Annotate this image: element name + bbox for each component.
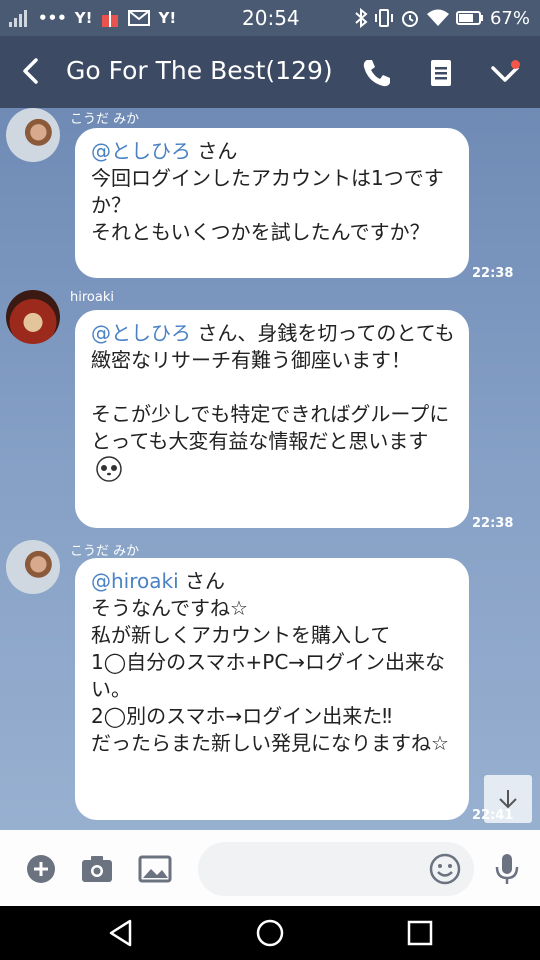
mention-link[interactable]: @hiroaki (91, 569, 179, 593)
chat-area[interactable]: こうだ みか @としひろ さん 今回ログインしたアカウントは1つですか？ それと… (0, 108, 540, 830)
image-icon[interactable] (138, 852, 172, 886)
menu-toggle[interactable] (484, 50, 530, 96)
status-left-icons: ••• Y! Y! (0, 0, 176, 36)
message-bubble[interactable]: @としひろ さん、身銭を切ってのとても緻密なリサーチ有難う御座います！ そこが少… (75, 310, 469, 528)
status-bar: ••• Y! Y! 20:54 67% (0, 0, 540, 36)
camera-icon[interactable] (80, 852, 114, 886)
sender-name: こうだ みか (70, 544, 140, 559)
message-time: 22:38 (472, 266, 514, 281)
wifi-icon (426, 9, 449, 26)
status-time: 20:54 (242, 6, 300, 30)
notification-dot (511, 60, 520, 69)
avatar[interactable] (6, 540, 60, 594)
back-icon[interactable] (16, 56, 46, 86)
message-bubble[interactable]: @としひろ さん 今回ログインしたアカウントは1つですか？ それともいくつかを試… (75, 128, 469, 278)
mention-link[interactable]: @としひろ (91, 139, 191, 163)
mail-icon (128, 10, 151, 26)
message-bubble[interactable]: @hiroaki さん そうなんですね☆ 私が新しくアカウントを購入して 1◯自… (75, 558, 469, 820)
gift-icon (102, 11, 119, 27)
phone-icon[interactable] (360, 56, 394, 90)
yahoo-icon: Y! (74, 9, 93, 27)
bluetooth-icon (355, 8, 368, 28)
emoji-icon[interactable] (428, 852, 462, 886)
nav-back-icon[interactable] (106, 918, 136, 948)
notes-icon[interactable] (424, 56, 458, 90)
android-nav-bar (0, 906, 540, 960)
yahoo-icon: Y! (158, 9, 177, 27)
message-time: 22:38 (472, 516, 514, 531)
mention-link[interactable]: @としひろ (91, 321, 191, 345)
panda-emoji-icon (95, 455, 123, 490)
more-icon: ••• (38, 9, 67, 27)
nav-home-icon[interactable] (255, 918, 285, 948)
scroll-to-bottom-button[interactable] (484, 775, 532, 823)
status-right-icons: 67% (354, 0, 530, 36)
alarm-icon (401, 11, 418, 27)
input-bar (0, 830, 540, 906)
battery-percent: 67% (489, 7, 530, 29)
chat-title: Go For The Best(129) (66, 56, 333, 85)
sender-name: hiroaki (70, 290, 114, 305)
vibrate-icon (374, 9, 393, 27)
message-text: さん そうなんですね☆ 私が新しくアカウントを購入して 1◯自分のスマホ+PC→… (91, 569, 449, 755)
avatar[interactable] (6, 290, 60, 344)
battery-icon (455, 11, 483, 25)
sender-name: こうだ みか (70, 112, 140, 127)
avatar[interactable] (6, 108, 60, 162)
microphone-icon[interactable] (490, 852, 524, 886)
chat-header: Go For The Best(129) (0, 36, 540, 108)
signal-icon (9, 10, 27, 27)
arrow-down-icon (499, 790, 517, 809)
nav-recents-icon[interactable] (405, 918, 435, 948)
plus-icon[interactable] (24, 852, 58, 886)
